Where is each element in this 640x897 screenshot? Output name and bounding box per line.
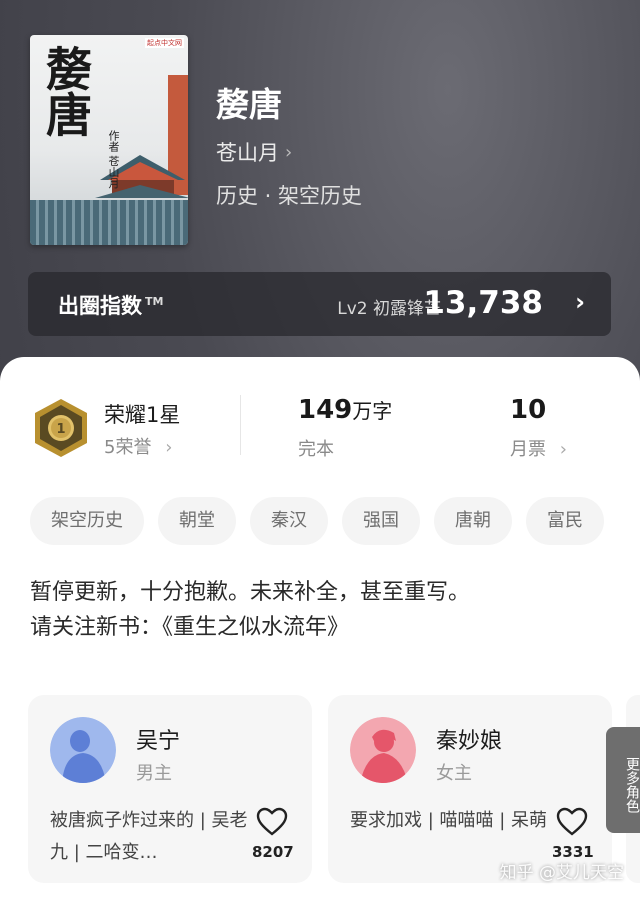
honor-title: 荣耀1星 [104,403,181,427]
stats-row: 1 荣耀1星 5荣誉 › 149万字 完本 10 月票 › [0,387,640,477]
heart-icon[interactable] [556,807,588,837]
book-cover[interactable]: 起点中文网 嫠唐 作者 苍山月 [30,35,188,245]
tag-chip[interactable]: 朝堂 [158,497,236,545]
character-description: 要求加戏 | 喵喵喵 | 呆萌 [350,810,548,831]
honor-badge-icon[interactable]: 1 [32,397,90,459]
character-role: 女主 [436,763,472,784]
word-count-unit: 万字 [352,399,393,423]
tag-chip[interactable]: 架空历史 [30,497,144,545]
completion-status: 完本 [298,439,334,460]
monthly-ticket-label: 月票 [510,439,546,460]
watermark: 知乎 @艾儿天空 [499,863,624,883]
monthly-ticket-count: 10 [510,395,547,425]
character-description: 被唐疯子炸过来的 | 吴老九 | 二哈变… [50,810,248,863]
chevron-right-icon: › [559,439,567,460]
honor-count-link[interactable]: 5荣誉 › [104,433,172,459]
author-name: 苍山月 [216,141,279,165]
character-card[interactable]: 吴宁 男主 被唐疯子炸过来的 | 吴老九 | 二哈变… 8207 [28,695,312,883]
heart-icon[interactable] [256,807,288,837]
rank-label: 出圈指数 TM [58,290,163,320]
book-genre: 历史 · 架空历史 [216,184,363,208]
tag-chip[interactable]: 强国 [342,497,420,545]
author-link[interactable]: 苍山月 › [216,137,292,167]
book-title: 嫠唐 [216,85,282,124]
honor-count: 5荣誉 [104,437,152,458]
tag-chip[interactable]: 富民 [526,497,604,545]
character-name: 秦妙娘 [436,729,503,754]
notice-line: 暂停更新，十分抱歉。未来补全，甚至重写。 [30,580,471,605]
cover-title: 嫠唐 [39,45,93,137]
divider [240,395,241,455]
tag-chip[interactable]: 秦汉 [250,497,328,545]
notice-line: 请关注新书：《重生之似水流年》 [30,615,350,640]
chevron-right-icon: › [165,437,173,458]
detail-panel: 1 荣耀1星 5荣誉 › 149万字 完本 10 月票 › 架空历史 朝堂 秦汉… [0,357,640,897]
cover-roof-art [30,200,188,245]
honor-badge-number: 1 [56,422,65,437]
character-card[interactable]: 秦妙娘 女主 要求加戏 | 喵喵喵 | 呆萌 3331 [328,695,612,883]
cover-publisher-badge: 起点中文网 [145,38,184,48]
character-name: 吴宁 [136,729,181,754]
like-count: 8207 [252,843,294,861]
tag-chip[interactable]: 唐朝 [434,497,512,545]
word-count-number: 149 [298,395,353,425]
book-notice: 暂停更新，十分抱歉。未来补全，甚至重写。 请关注新书：《重生之似水流年》 [30,575,610,645]
character-avatar [50,717,116,783]
more-roles-button[interactable]: 更多角色 [606,727,640,833]
cover-author: 作者 苍山月 [107,130,120,189]
character-role: 男主 [136,763,172,784]
word-count: 149万字 [298,395,392,425]
trademark-mark: TM [145,295,164,308]
rank-label-text: 出圈指数 [58,294,142,318]
character-list: 吴宁 男主 被唐疯子炸过来的 | 吴老九 | 二哈变… 8207 秦妙娘 女主 … [28,695,612,883]
chevron-right-icon: › [575,288,585,316]
book-header: 起点中文网 嫠唐 作者 苍山月 嫠唐 苍山月 › 历史 · 架空历史 出圈指数 T… [0,0,640,370]
tag-list: 架空历史 朝堂 秦汉 强国 唐朝 富民 [30,497,604,545]
popularity-index-bar[interactable]: 出圈指数 TM Lv2 初露锋芒 13,738 › [28,272,611,336]
rank-score: 13,738 [423,285,543,321]
monthly-ticket-link[interactable]: 月票 › [510,435,567,461]
character-avatar [350,717,416,783]
chevron-right-icon: › [285,141,293,163]
